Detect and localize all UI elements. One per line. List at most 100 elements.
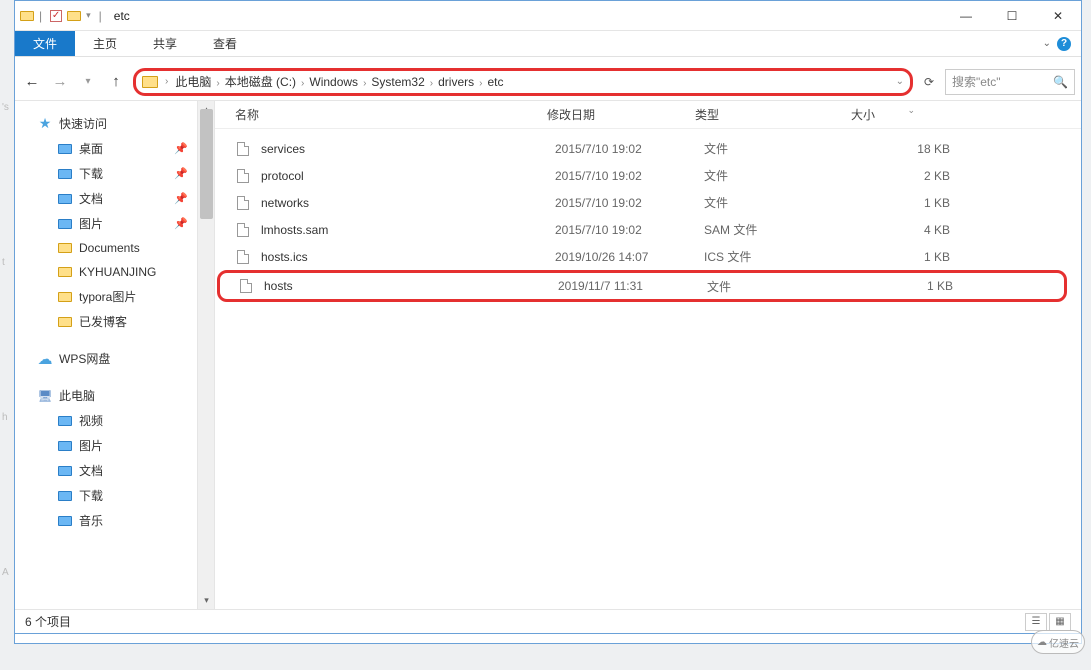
- file-name: protocol: [261, 169, 555, 183]
- sidebar-item[interactable]: 视频: [37, 408, 214, 433]
- minimize-button[interactable]: —: [943, 1, 989, 31]
- file-size: 2 KB: [860, 169, 950, 183]
- sidebar-item[interactable]: 图片📌: [37, 211, 214, 236]
- chevron-right-icon[interactable]: ›: [427, 78, 436, 89]
- sidebar-item[interactable]: 图片: [37, 433, 214, 458]
- file-type: 文件: [707, 278, 863, 295]
- nav-up-button[interactable]: ↑: [105, 71, 127, 93]
- sidebar-item[interactable]: 已发博客: [37, 309, 214, 334]
- file-size: 4 KB: [860, 223, 950, 237]
- sort-indicator-icon: ⌄: [907, 105, 915, 116]
- help-icon[interactable]: ?: [1057, 37, 1071, 51]
- sidebar-item[interactable]: 文档📌: [37, 186, 214, 211]
- section-icon: ★: [37, 116, 53, 132]
- address-dropdown-icon[interactable]: ⌄: [896, 76, 904, 87]
- folder-icon: [57, 488, 73, 504]
- column-type[interactable]: 类型: [687, 106, 843, 123]
- file-type: 文件: [704, 140, 860, 157]
- sidebar-section[interactable]: ☁WPS网盘: [37, 346, 214, 371]
- column-date[interactable]: 修改日期: [539, 106, 687, 123]
- search-input[interactable]: 搜索"etc" 🔍: [945, 69, 1075, 95]
- file-row[interactable]: hosts2019/11/7 11:31文件1 KB: [217, 270, 1067, 302]
- address-row: ← → ▾ ↑ › 此电脑›本地磁盘 (C:)›Windows›System32…: [15, 63, 1081, 101]
- file-date: 2015/7/10 19:02: [555, 169, 704, 183]
- breadcrumb-segment[interactable]: etc: [485, 75, 505, 89]
- address-bar[interactable]: › 此电脑›本地磁盘 (C:)›Windows›System32›drivers…: [133, 68, 913, 96]
- file-size: 1 KB: [860, 196, 950, 210]
- explorer-window: | ✓ ▾ | etc — ☐ ✕ 文件 主页 共享 查看 ⌄ ? ← → ▾ …: [14, 0, 1082, 634]
- icons-view-button[interactable]: ▦: [1049, 613, 1071, 631]
- file-row[interactable]: protocol2015/7/10 19:02文件2 KB: [215, 162, 1081, 189]
- file-row[interactable]: services2015/7/10 19:02文件18 KB: [215, 135, 1081, 162]
- separator: |: [39, 9, 42, 23]
- chevron-right-icon[interactable]: ›: [162, 76, 171, 87]
- chevron-right-icon[interactable]: ›: [213, 78, 222, 89]
- sidebar-item[interactable]: 文档: [37, 458, 214, 483]
- sidebar-item[interactable]: 音乐: [37, 508, 214, 533]
- qat-checkbox-icon[interactable]: ✓: [50, 10, 62, 22]
- sidebar-section[interactable]: 🖥此电脑: [37, 383, 214, 408]
- folder-icon: [57, 264, 73, 280]
- folder-icon: [57, 463, 73, 479]
- breadcrumb-segment[interactable]: 本地磁盘 (C:): [223, 75, 298, 89]
- file-type: 文件: [704, 194, 860, 211]
- close-button[interactable]: ✕: [1035, 1, 1081, 31]
- tab-share[interactable]: 共享: [135, 31, 195, 56]
- sidebar-item[interactable]: Documents: [37, 236, 214, 260]
- sidebar-section[interactable]: ★快速访问: [37, 111, 214, 136]
- qat-folder-icon[interactable]: [66, 8, 82, 24]
- chevron-right-icon[interactable]: ›: [360, 78, 369, 89]
- separator: |: [99, 9, 102, 23]
- search-placeholder: 搜索"etc": [952, 73, 1001, 90]
- breadcrumb-segment[interactable]: drivers: [436, 75, 476, 89]
- file-icon: [238, 278, 254, 294]
- titlebar[interactable]: | ✓ ▾ | etc — ☐ ✕: [15, 1, 1081, 31]
- file-type: SAM 文件: [704, 221, 860, 238]
- file-name: networks: [261, 196, 555, 210]
- window-title: etc: [106, 9, 130, 23]
- file-list-area: 名称 ⌄ 修改日期 类型 大小 services2015/7/10 19:02文…: [215, 101, 1081, 609]
- file-row[interactable]: networks2015/7/10 19:02文件1 KB: [215, 189, 1081, 216]
- file-row[interactable]: hosts.ics2019/10/26 14:07ICS 文件1 KB: [215, 243, 1081, 270]
- folder-icon: [57, 289, 73, 305]
- status-bar: 6 个项目 ☰ ▦: [15, 609, 1081, 633]
- column-name[interactable]: 名称: [215, 106, 539, 123]
- file-name: hosts: [264, 279, 558, 293]
- sidebar-item[interactable]: 下载📌: [37, 161, 214, 186]
- sidebar-item[interactable]: 桌面📌: [37, 136, 214, 161]
- breadcrumb-segment[interactable]: Windows: [307, 75, 360, 89]
- section-icon: 🖥: [37, 388, 53, 404]
- maximize-button[interactable]: ☐: [989, 1, 1035, 31]
- breadcrumb-segment[interactable]: System32: [369, 75, 426, 89]
- folder-icon: [57, 413, 73, 429]
- file-type: ICS 文件: [704, 248, 860, 265]
- sidebar-item[interactable]: 下载: [37, 483, 214, 508]
- file-row[interactable]: lmhosts.sam2015/7/10 19:02SAM 文件4 KB: [215, 216, 1081, 243]
- nav-recent-dropdown[interactable]: ▾: [77, 71, 99, 93]
- sidebar-scrollbar[interactable]: ▴ ▾: [197, 101, 214, 609]
- breadcrumb-segment[interactable]: 此电脑: [173, 75, 213, 89]
- qat-dropdown-icon[interactable]: ▾: [86, 10, 91, 21]
- file-size: 18 KB: [860, 142, 950, 156]
- ribbon-expand-icon[interactable]: ⌄: [1043, 38, 1051, 49]
- sidebar-item[interactable]: typora图片: [37, 284, 214, 309]
- folder-icon: [57, 141, 73, 157]
- folder-icon: [57, 314, 73, 330]
- folder-icon: [57, 240, 73, 256]
- file-date: 2019/10/26 14:07: [555, 250, 704, 264]
- tab-file[interactable]: 文件: [15, 31, 75, 56]
- scroll-down-icon[interactable]: ▾: [198, 592, 215, 609]
- nav-back-button[interactable]: ←: [21, 71, 43, 93]
- tab-view[interactable]: 查看: [195, 31, 255, 56]
- sidebar-item[interactable]: KYHUANJING: [37, 260, 214, 284]
- details-view-button[interactable]: ☰: [1025, 613, 1047, 631]
- refresh-button[interactable]: ⟳: [919, 72, 939, 92]
- ribbon-tabs: 文件 主页 共享 查看 ⌄ ?: [15, 31, 1081, 57]
- watermark: ☁亿速云: [1031, 630, 1085, 654]
- file-icon: [235, 195, 251, 211]
- nav-forward-button[interactable]: →: [49, 71, 71, 93]
- chevron-right-icon[interactable]: ›: [298, 78, 307, 89]
- tab-home[interactable]: 主页: [75, 31, 135, 56]
- scrollbar-thumb[interactable]: [200, 109, 213, 219]
- pin-icon: 📌: [174, 142, 188, 155]
